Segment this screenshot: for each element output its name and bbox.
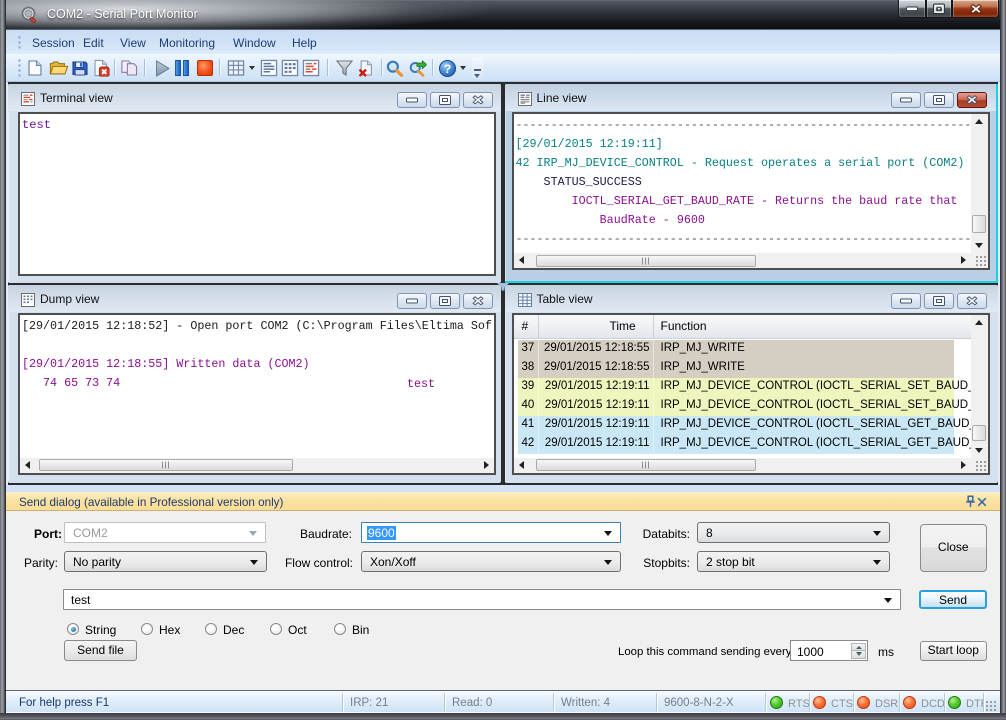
- svg-text:?: ?: [444, 62, 452, 76]
